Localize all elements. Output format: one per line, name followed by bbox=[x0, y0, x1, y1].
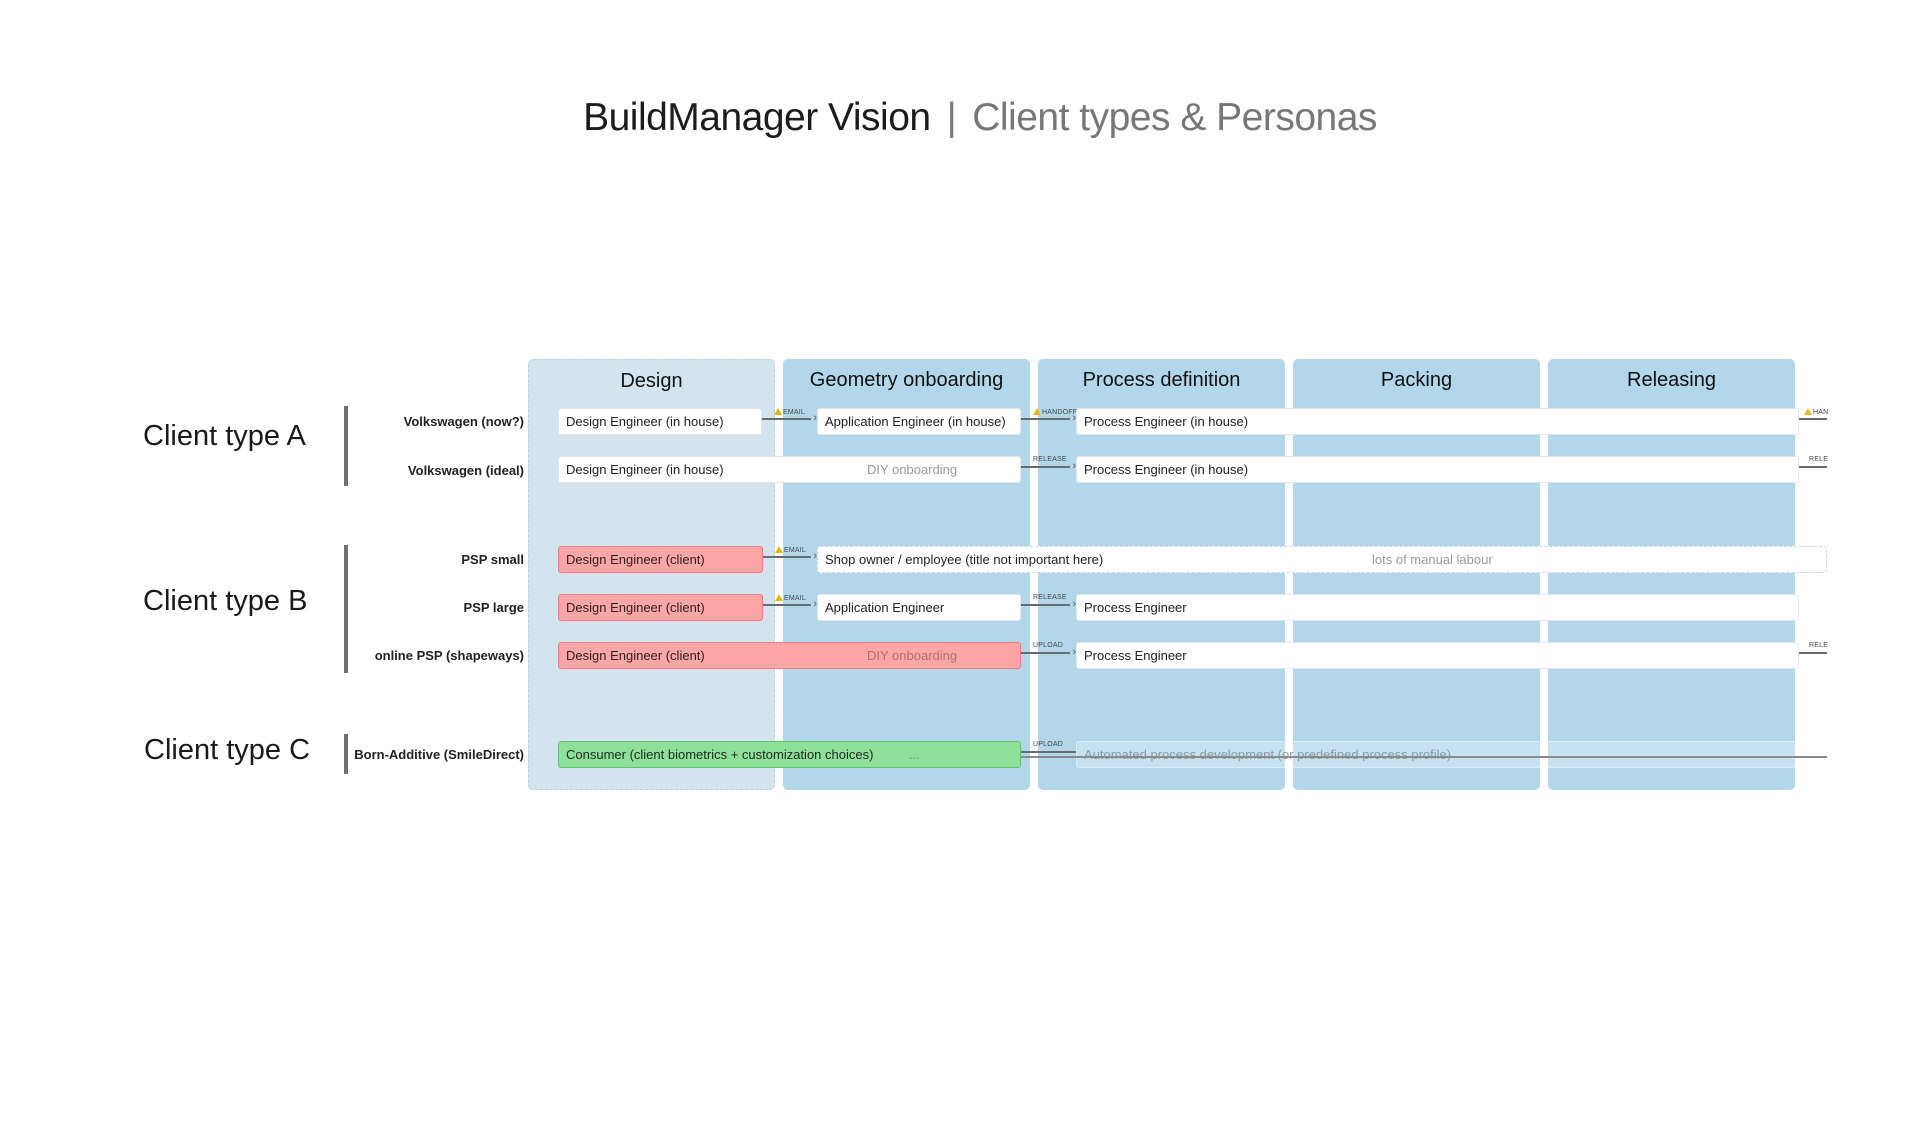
row-label-online-psp: online PSP (shapeways) bbox=[374, 648, 524, 663]
persona-box[interactable]: Process Engineer bbox=[1076, 594, 1799, 621]
client-type-c-label: Client type C bbox=[144, 734, 311, 766]
arrow-release-cut: RELE bbox=[1799, 642, 1828, 656]
persona-box[interactable]: Process Engineer (in house) bbox=[1076, 456, 1799, 483]
persona-note: DIY onboarding bbox=[867, 462, 958, 477]
arrow-release: › RELEASE bbox=[1021, 456, 1076, 472]
persona-box[interactable]: Design Engineer (in house) bbox=[558, 408, 762, 435]
client-type-a-label: Client type A bbox=[143, 420, 306, 452]
persona-box-client[interactable]: Design Engineer (client) bbox=[558, 546, 763, 573]
warning-icon bbox=[775, 546, 783, 553]
row-label-psp-small: PSP small bbox=[461, 552, 524, 567]
arrow-handoff-cut: HAN bbox=[1799, 408, 1828, 422]
persona-note: ... bbox=[909, 747, 920, 762]
title-subtitle: Client types & Personas bbox=[972, 96, 1377, 139]
persona-box[interactable]: Design Engineer (in house) DIY onboardin… bbox=[558, 456, 1021, 483]
strikethrough-line bbox=[1021, 756, 1827, 758]
warning-icon bbox=[1804, 408, 1812, 415]
warning-icon bbox=[774, 408, 782, 415]
persona-box[interactable]: Application Engineer bbox=[817, 594, 1021, 621]
title-separator: | bbox=[946, 96, 957, 139]
persona-box[interactable]: Process Engineer (in house) bbox=[1076, 408, 1799, 435]
arrow-upload: UPLOAD bbox=[1021, 741, 1076, 755]
persona-box[interactable]: Shop owner / employee (title not importa… bbox=[817, 546, 1827, 573]
column-header: Process definition bbox=[1082, 369, 1241, 391]
persona-box-automated[interactable]: Automated process development (or predef… bbox=[1076, 741, 1799, 768]
arrow-release: › RELEASE bbox=[1021, 594, 1076, 610]
arrow-handoff: › HANDOFF bbox=[1021, 408, 1077, 424]
page-title: BuildManager Vision | Client types & Perso… bbox=[0, 96, 1930, 140]
persona-note: lots of manual labour bbox=[1372, 552, 1493, 567]
column-header: Releasing bbox=[1627, 369, 1716, 391]
arrow-email: › EMAIL bbox=[762, 408, 817, 424]
persona-box[interactable]: Application Engineer (in house) bbox=[817, 408, 1021, 435]
warning-icon bbox=[1033, 408, 1041, 415]
arrow-release-cut: RELE bbox=[1799, 456, 1828, 470]
title-main: BuildManager Vision bbox=[583, 96, 931, 139]
row-label-volkswagen-now: Volkswagen (now?) bbox=[403, 414, 524, 429]
warning-icon bbox=[775, 594, 783, 601]
row-label-volkswagen-ideal: Volkswagen (ideal) bbox=[407, 463, 524, 478]
row-label-psp-large: PSP large bbox=[463, 600, 524, 615]
arrow-upload: › UPLOAD bbox=[1021, 642, 1076, 658]
column-header: Geometry onboarding bbox=[809, 369, 1004, 391]
client-type-b-label: Client type B bbox=[143, 585, 308, 617]
persona-box-consumer[interactable]: Consumer (client biometrics + customizat… bbox=[558, 741, 1021, 768]
column-header: Design bbox=[620, 370, 683, 392]
row-label-born-additive: Born-Additive (SmileDirect) bbox=[354, 747, 524, 762]
persona-box[interactable]: Process Engineer bbox=[1076, 642, 1799, 669]
column-header: Packing bbox=[1380, 369, 1453, 391]
persona-note: DIY onboarding bbox=[867, 648, 958, 663]
arrow-email: › EMAIL bbox=[763, 546, 817, 562]
persona-box-client[interactable]: Design Engineer (client) DIY onboarding bbox=[558, 642, 1021, 669]
arrow-email: › EMAIL bbox=[763, 594, 817, 610]
persona-box-client[interactable]: Design Engineer (client) bbox=[558, 594, 763, 621]
